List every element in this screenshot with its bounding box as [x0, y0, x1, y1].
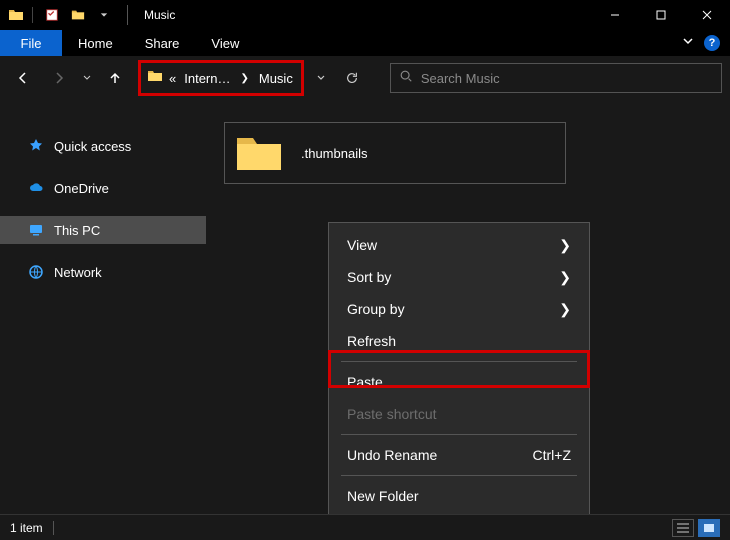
help-icon[interactable]: ? — [704, 35, 720, 51]
details-view-button[interactable] — [672, 519, 694, 537]
ribbon-collapse-icon[interactable] — [682, 34, 694, 52]
sidebar-item-label: Network — [54, 265, 102, 280]
titlebar-left: Music — [0, 4, 175, 26]
sidebar-item-label: This PC — [54, 223, 100, 238]
up-button[interactable] — [100, 63, 130, 93]
recent-locations-dropdown[interactable] — [80, 63, 94, 93]
sidebar-item-network[interactable]: Network — [0, 258, 206, 286]
ctx-label: View — [347, 237, 377, 253]
network-icon — [28, 264, 44, 280]
file-tab[interactable]: File — [0, 30, 62, 56]
search-icon — [399, 69, 413, 88]
pc-icon — [28, 222, 44, 238]
folder-icon — [235, 132, 283, 174]
address-bar[interactable]: « Intern… ❯ Music — [145, 64, 297, 92]
navigation-bar: « Intern… ❯ Music Search Music — [0, 56, 730, 100]
ctx-sort-by[interactable]: Sort by ❯ — [329, 261, 589, 293]
status-view-switcher — [672, 519, 720, 537]
title-bar: Music — [0, 0, 730, 30]
chevron-right-icon: ❯ — [559, 301, 571, 318]
ribbon-tabs: File Home Share View ? — [0, 30, 730, 56]
qat-new-folder-icon[interactable] — [67, 4, 89, 26]
ctx-label: Paste — [347, 374, 383, 390]
ctx-separator — [341, 434, 577, 435]
ctx-label: Paste shortcut — [347, 406, 437, 422]
ctx-label: New Folder — [347, 488, 419, 504]
ctx-view[interactable]: View ❯ — [329, 229, 589, 261]
ctx-refresh[interactable]: Refresh — [329, 325, 589, 357]
forward-button[interactable] — [44, 63, 74, 93]
qat-separator — [32, 7, 33, 23]
address-bar-highlight: « Intern… ❯ Music — [138, 60, 304, 96]
back-button[interactable] — [8, 63, 38, 93]
status-separator — [53, 521, 54, 535]
sidebar-item-quick-access[interactable]: Quick access — [0, 132, 206, 160]
breadcrumb-overflow[interactable]: « — [167, 71, 178, 86]
breadcrumb-current[interactable]: Music — [257, 71, 295, 86]
ctx-separator — [341, 475, 577, 476]
file-item[interactable]: .thumbnails — [224, 122, 566, 184]
ctx-paste-shortcut: Paste shortcut — [329, 398, 589, 430]
ctx-label: Group by — [347, 301, 405, 317]
refresh-button[interactable] — [338, 71, 366, 85]
cloud-icon — [28, 180, 44, 196]
ctx-paste[interactable]: Paste — [329, 366, 589, 398]
address-folder-icon — [147, 68, 163, 89]
maximize-button[interactable] — [638, 0, 684, 30]
ribbon-right: ? — [682, 30, 730, 56]
file-item-name: .thumbnails — [301, 146, 367, 161]
tab-share[interactable]: Share — [129, 30, 196, 56]
ctx-separator — [341, 361, 577, 362]
app-folder-icon — [8, 7, 24, 23]
chevron-right-icon[interactable]: ❯ — [236, 73, 252, 84]
chevron-right-icon: ❯ — [559, 237, 571, 254]
address-history-dropdown[interactable] — [310, 73, 332, 83]
breadcrumb-parent[interactable]: Intern… — [182, 71, 232, 86]
status-item-count: 1 item — [10, 521, 43, 535]
star-icon — [28, 138, 44, 154]
qat-properties-icon[interactable] — [41, 4, 63, 26]
ctx-accelerator: Ctrl+Z — [533, 447, 572, 463]
ctx-label: Undo Rename — [347, 447, 437, 463]
sidebar-item-label: OneDrive — [54, 181, 109, 196]
tab-home[interactable]: Home — [62, 30, 129, 56]
ctx-label: Sort by — [347, 269, 391, 285]
sidebar-item-onedrive[interactable]: OneDrive — [0, 174, 206, 202]
sidebar-item-label: Quick access — [54, 139, 131, 154]
ctx-new-folder[interactable]: New Folder — [329, 480, 589, 512]
title-divider — [127, 5, 128, 25]
context-menu: View ❯ Sort by ❯ Group by ❯ Refresh Past… — [328, 222, 590, 519]
search-placeholder: Search Music — [421, 71, 500, 86]
chevron-right-icon: ❯ — [559, 269, 571, 286]
tab-view[interactable]: View — [195, 30, 255, 56]
minimize-button[interactable] — [592, 0, 638, 30]
sidebar-item-this-pc[interactable]: This PC — [0, 216, 206, 244]
navigation-pane: Quick access OneDrive This PC Network — [0, 100, 206, 514]
window-controls — [592, 0, 730, 30]
search-input[interactable]: Search Music — [390, 63, 722, 93]
close-button[interactable] — [684, 0, 730, 30]
ctx-group-by[interactable]: Group by ❯ — [329, 293, 589, 325]
thumbnails-view-button[interactable] — [698, 519, 720, 537]
qat-dropdown-icon[interactable] — [93, 4, 115, 26]
window-title: Music — [144, 8, 175, 22]
status-bar: 1 item — [0, 514, 730, 540]
ctx-label: Refresh — [347, 333, 396, 349]
ctx-undo[interactable]: Undo Rename Ctrl+Z — [329, 439, 589, 471]
